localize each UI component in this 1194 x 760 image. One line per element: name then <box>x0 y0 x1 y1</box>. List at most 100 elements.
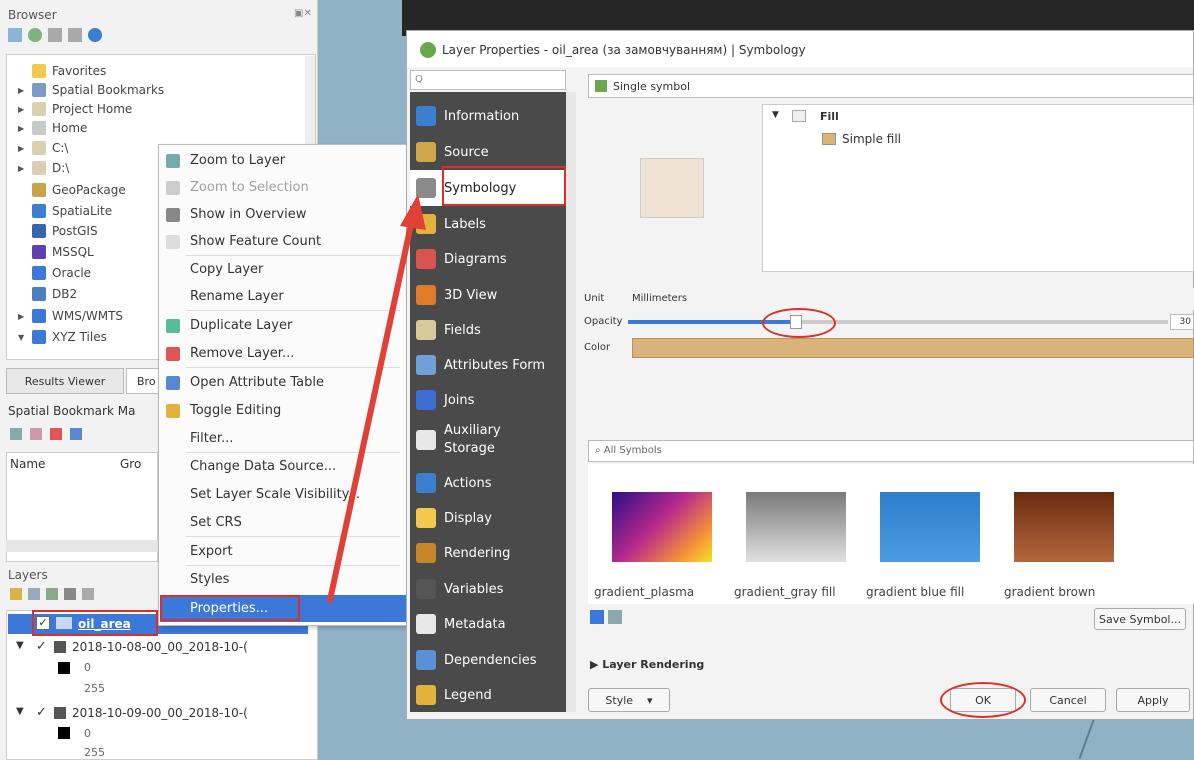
browser-item[interactable]: ▶ D:\ <box>18 158 69 178</box>
unit-select[interactable]: Millimeters <box>626 288 1194 310</box>
oracle-icon <box>32 266 46 280</box>
browser-item[interactable]: ▶ Spatial Bookmarks <box>18 80 164 100</box>
filter-legend-icon[interactable] <box>64 588 76 600</box>
chevron-right-icon[interactable]: ▶ <box>18 124 32 133</box>
browser-item-label: C:\ <box>52 141 69 155</box>
nav-item-label: Joins <box>444 392 475 408</box>
tree-expand-icon[interactable]: ▼ <box>772 110 779 120</box>
renderer-select[interactable]: Single symbol <box>588 74 1194 98</box>
zoom-bookmark-icon[interactable] <box>10 428 22 440</box>
nav-item-label: Dependencies <box>444 652 537 668</box>
symbol-gradient-plasma[interactable] <box>612 492 712 562</box>
raster-layer-icon <box>54 641 66 653</box>
symbol-gradient-blue[interactable] <box>880 492 980 562</box>
tab-browser[interactable]: Bro <box>126 368 160 394</box>
filter-icon[interactable] <box>48 28 62 42</box>
layers-title: Layers <box>8 568 48 582</box>
browser-item[interactable]: Oracle <box>18 263 91 283</box>
browser-item[interactable]: ▶ Home <box>18 118 87 138</box>
save-symbol-button[interactable]: Save Symbol... <box>1094 608 1186 630</box>
opacity-spinbox[interactable]: 30 <box>1170 314 1194 330</box>
qgis-logo-icon <box>420 42 436 58</box>
legend-value: 255 <box>84 682 105 695</box>
bookmarks-col-group[interactable]: Gro <box>120 457 141 471</box>
tree-simple-fill[interactable]: Simple fill <box>842 132 901 146</box>
browser-item[interactable]: SpatiaLite <box>18 201 112 221</box>
symbol-gradient-gray[interactable] <box>746 492 846 562</box>
layer-checkbox-2[interactable]: ✓ <box>36 705 47 720</box>
browser-item[interactable]: MSSQL <box>18 242 94 262</box>
chevron-right-icon[interactable]: ▶ <box>18 312 32 321</box>
chevron-right-icon[interactable]: ▶ <box>18 164 32 173</box>
layer-label-raster-1[interactable]: 2018-10-08-00_00_2018-10-( <box>72 640 308 654</box>
browser-item[interactable]: Favorites <box>18 61 106 81</box>
nav-item-source[interactable]: Source <box>410 134 566 170</box>
context-menu-label: Filter... <box>190 431 234 446</box>
symbols-search-input[interactable]: ⌕ All Symbols <box>588 440 1194 462</box>
color-button[interactable] <box>632 338 1194 358</box>
context-menu-item[interactable]: Zoom to Layer <box>160 147 408 174</box>
style-label: Style <box>605 693 634 707</box>
chevron-right-icon[interactable]: ▶ <box>18 144 32 153</box>
tree-fill[interactable]: Fill <box>820 110 839 123</box>
zoom-layer-icon <box>166 153 180 168</box>
collapse-icon[interactable] <box>68 28 82 42</box>
nav-item-label: Labels <box>444 216 486 232</box>
mssql-icon <box>32 245 46 259</box>
browser-item[interactable]: ▶ Project Home <box>18 99 132 119</box>
highlight-opacity <box>762 308 836 338</box>
icon-view-icon[interactable] <box>590 610 604 624</box>
nav-item-information[interactable]: Information <box>410 98 566 134</box>
highlight-symbology <box>442 166 566 206</box>
browser-item[interactable]: ▼ XYZ Tiles <box>18 327 107 347</box>
nav-item-dependencies[interactable]: Dependencies <box>410 642 566 678</box>
add-group-icon[interactable] <box>28 588 40 600</box>
layer-rendering-expander[interactable]: ▶ Layer Rendering <box>590 658 704 671</box>
tab-results-viewer[interactable]: Results Viewer <box>6 368 124 394</box>
nav-item-label: Variables <box>444 581 504 597</box>
context-menu-label: Export <box>190 544 233 559</box>
browser-item[interactable]: DB2 <box>18 284 77 304</box>
refresh-icon[interactable] <box>28 28 42 42</box>
browser-item[interactable]: PostGIS <box>18 221 98 241</box>
layer-checkbox-1[interactable]: ✓ <box>36 639 47 654</box>
nav-item-label: Rendering <box>444 545 511 561</box>
browser-item-label: Favorites <box>52 64 107 78</box>
layer-label-raster-2[interactable]: 2018-10-09-00_00_2018-10-( <box>72 706 308 720</box>
nav-item-label: Legend <box>444 687 492 703</box>
geopackage-icon <box>32 183 46 197</box>
expand-arrow[interactable]: ▼ <box>16 706 24 717</box>
nav-search-input[interactable]: Q <box>410 70 566 90</box>
browser-item[interactable]: ▶ WMS/WMTS <box>18 306 123 326</box>
add-icon[interactable] <box>8 28 22 42</box>
list-view-icon[interactable] <box>608 610 622 624</box>
add-bookmark-icon[interactable] <box>30 428 42 440</box>
nav-item-legend[interactable]: Legend <box>410 677 566 713</box>
search-icon: ⌕ <box>595 445 604 456</box>
manage-visibility-icon[interactable] <box>46 588 58 600</box>
cancel-button[interactable]: Cancel <box>1030 688 1106 712</box>
expand-arrow[interactable]: ▼ <box>16 640 24 651</box>
open-layer-styling-icon[interactable] <box>10 588 22 600</box>
bookmarks-hscroll[interactable] <box>6 540 158 552</box>
filter-expression-icon[interactable] <box>82 588 94 600</box>
bookmarks-col-name[interactable]: Name <box>10 457 45 471</box>
chevron-down-icon[interactable]: ▼ <box>18 333 32 342</box>
apply-button[interactable]: Apply <box>1116 688 1190 712</box>
bookmarks-toolbar <box>10 428 82 440</box>
home-icon <box>32 121 46 135</box>
info-icon[interactable] <box>88 28 102 42</box>
browser-item[interactable]: GeoPackage <box>18 180 126 200</box>
delete-bookmark-icon[interactable] <box>50 428 62 440</box>
browser-close-icon[interactable]: ▣✕ <box>294 8 312 19</box>
nav-item-metadata[interactable]: Metadata <box>410 606 566 642</box>
chevron-right-icon[interactable]: ▶ <box>18 86 32 95</box>
symbol-gradient-brown[interactable] <box>1014 492 1114 562</box>
unit-value: Millimeters <box>632 293 688 304</box>
chevron-right-icon[interactable]: ▶ <box>18 105 32 114</box>
nav-scroll[interactable] <box>566 92 576 712</box>
browser-item[interactable]: ▶ C:\ <box>18 138 68 158</box>
style-button[interactable]: Style ▾ <box>588 688 670 712</box>
duplicate-icon <box>166 318 180 333</box>
share-bookmark-icon[interactable] <box>70 428 82 440</box>
